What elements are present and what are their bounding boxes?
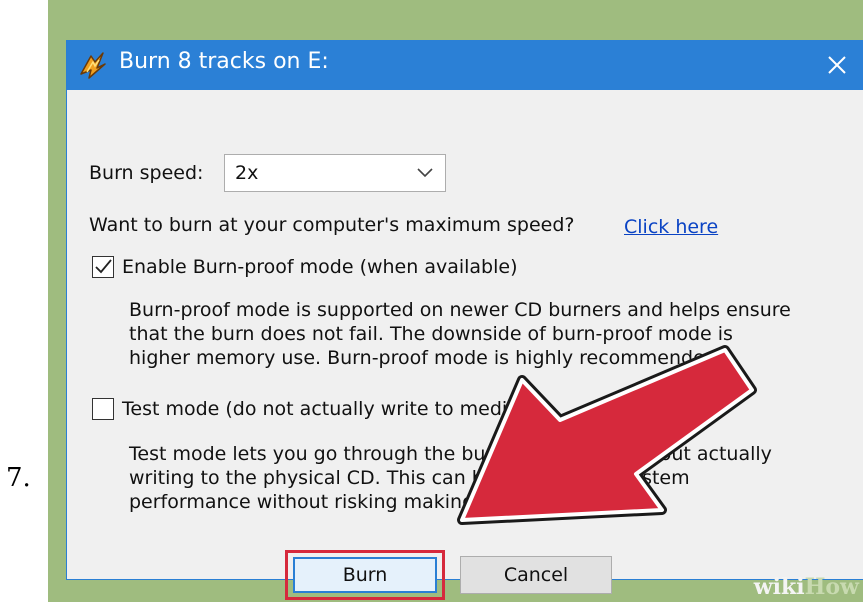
burn-dialog: Burn 8 tracks on E: Burn speed: 2x Want … [66,40,863,600]
description-line: Burn-proof mode is supported on newer CD… [129,299,791,321]
test-mode-description: Test mode lets you go through the burnin… [129,442,772,514]
wikihow-watermark: wiki How [709,572,863,602]
description-line: writing to the physical CD. This can be … [129,467,690,489]
burn-speed-select[interactable]: 2x [224,154,446,192]
burn-proof-label: Enable Burn-proof mode (when available) [122,256,518,278]
watermark-wiki: wiki [753,574,805,600]
dialog-content: Burn speed: 2x Want to burn at your comp… [67,90,863,600]
watermark-how: How [804,574,859,600]
burn-speed-value: 2x [235,162,259,184]
burn-proof-description: Burn-proof mode is supported on newer CD… [129,298,791,370]
dialog-title: Burn 8 tracks on E: [119,49,329,74]
description-line: performance without risking making unusa… [129,491,617,513]
checkmark-icon [95,259,112,274]
burn-flame-icon [80,52,106,79]
test-mode-checkbox[interactable] [92,398,114,420]
cancel-button[interactable]: Cancel [460,556,612,594]
title-bar[interactable]: Burn 8 tracks on E: [67,40,863,90]
description-line: that the burn does not fail. The downsid… [129,323,733,345]
test-mode-label: Test mode (do not actually write to medi… [122,398,527,420]
chevron-down-icon [417,168,433,178]
burn-button[interactable]: Burn [293,557,437,593]
click-here-link[interactable]: Click here [624,216,718,238]
burn-speed-label: Burn speed: [89,162,204,184]
close-button[interactable] [811,40,863,90]
close-icon [828,56,846,74]
description-line: Test mode lets you go through the burnin… [129,443,772,465]
max-speed-question: Want to burn at your computer's maximum … [89,214,575,236]
step-number: 7. [6,463,31,493]
burn-proof-checkbox[interactable] [92,256,114,278]
description-line: higher memory use. Burn-proof mode is hi… [129,347,723,369]
